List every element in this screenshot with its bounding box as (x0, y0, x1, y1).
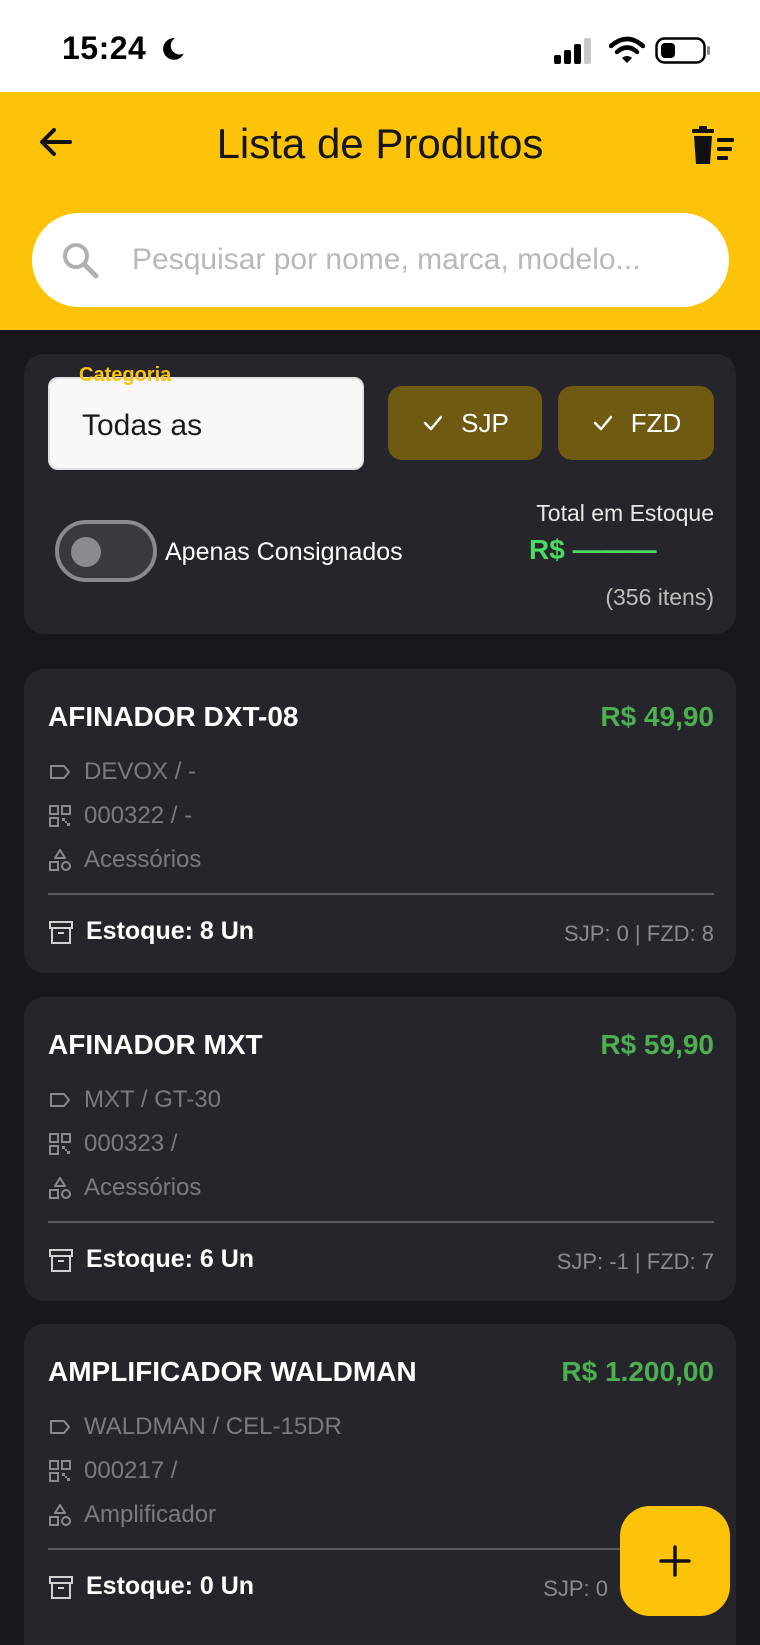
product-card[interactable]: AFINADOR DXT-08 R$ 49,90 DEVOX / - 00032… (24, 669, 736, 973)
search-bar[interactable] (32, 213, 729, 307)
consigned-toggle-label: Apenas Consignados (165, 538, 403, 566)
app-header: Lista de Produtos (0, 92, 760, 330)
product-category: Acessórios (84, 1174, 202, 1201)
product-name: AFINADOR MXT (48, 1029, 263, 1060)
status-bar: 15:24 (0, 0, 760, 92)
product-category: Amplificador (84, 1501, 217, 1528)
divider (48, 1548, 714, 1550)
page-title: Lista de Produtos (216, 120, 544, 167)
total-item-count: (356 itens) (605, 584, 714, 610)
category-row: Amplificador (48, 1500, 216, 1530)
divider (48, 1221, 714, 1223)
search-input[interactable] (132, 233, 712, 287)
filter-panel: Todas as Categoria SJP FZD Apenas Consig… (24, 354, 736, 634)
product-code: 000217 / (84, 1457, 178, 1484)
battery-icon (655, 37, 710, 64)
consigned-toggle[interactable] (55, 520, 157, 582)
product-code: 000323 / (84, 1130, 178, 1157)
code-row: 000217 / (48, 1456, 177, 1486)
category-row: Acessórios (48, 845, 201, 875)
qr-code-icon (49, 805, 71, 827)
filter-chip-fzd[interactable]: FZD (558, 386, 714, 460)
stock-row: Estoque: 0 Un (48, 1572, 254, 1601)
add-product-button[interactable] (620, 1506, 730, 1616)
brand-model: MXT / GT-30 (84, 1086, 221, 1113)
plus-icon (659, 1545, 691, 1577)
tag-icon (50, 1420, 70, 1434)
archive-box-icon (49, 1575, 73, 1599)
category-shapes-icon (49, 1504, 71, 1526)
stock-by-store: SJP: 0 | FZD: 8 (564, 921, 714, 946)
chip-label: FZD (630, 407, 682, 438)
qr-code-icon (49, 1460, 71, 1482)
search-icon (63, 243, 99, 279)
code-row: 000322 / - (48, 801, 192, 831)
category-row: Acessórios (48, 1173, 201, 1203)
stock-by-store: SJP: -1 | FZD: 7 (556, 1249, 714, 1274)
stock-total: Estoque: 8 Un (86, 917, 255, 945)
qr-code-icon (49, 1133, 71, 1155)
product-name: AMPLIFICADOR WALDMAN (48, 1356, 417, 1387)
product-card[interactable]: AFINADOR MXT R$ 59,90 MXT / GT-30 000323… (24, 997, 736, 1301)
category-selected-value: Todas as (82, 409, 203, 442)
brand-model: DEVOX / - (84, 758, 197, 785)
moon-icon (163, 38, 184, 60)
stock-row: Estoque: 6 Un (48, 1245, 254, 1274)
cellular-signal-icon (554, 38, 591, 64)
product-category: Acessórios (84, 846, 202, 873)
brand-model-row: WALDMAN / CEL-15DR (48, 1412, 342, 1442)
product-name: AFINADOR DXT-08 (48, 701, 299, 732)
archive-box-icon (49, 920, 73, 944)
tag-icon (50, 1093, 70, 1107)
brand-model: WALDMAN / CEL-15DR (84, 1413, 342, 1440)
brand-model-row: MXT / GT-30 (48, 1085, 221, 1115)
check-icon (593, 415, 612, 431)
filter-chip-sjp[interactable]: SJP (388, 386, 542, 460)
code-row: 000323 / (48, 1129, 177, 1159)
brand-model-row: DEVOX / - (48, 757, 196, 787)
stock-total: Estoque: 0 Un (86, 1572, 255, 1600)
product-price: R$ 49,90 (600, 701, 714, 732)
status-time: 15:24 (62, 30, 147, 66)
category-label: Categoria (79, 364, 172, 386)
tag-icon (50, 765, 70, 779)
category-dropdown[interactable]: Todas as (48, 377, 364, 470)
delete-list-icon[interactable] (690, 126, 736, 166)
product-code: 000322 / - (84, 802, 193, 829)
wifi-icon (609, 36, 645, 63)
stock-by-store: SJP: 0 (543, 1576, 608, 1601)
category-shapes-icon (49, 849, 71, 871)
check-icon (423, 415, 443, 431)
archive-box-icon (49, 1248, 73, 1272)
toggle-knob (71, 537, 101, 567)
divider (48, 893, 714, 895)
total-stock-label: Total em Estoque (536, 500, 714, 526)
stock-row: Estoque: 8 Un (48, 917, 254, 946)
stock-total: Estoque: 6 Un (86, 1245, 255, 1273)
total-stock-value: R$ ——— (529, 534, 657, 565)
product-price: R$ 1.200,00 (561, 1356, 714, 1387)
category-shapes-icon (49, 1177, 71, 1199)
product-price: R$ 59,90 (600, 1029, 714, 1060)
chip-label: SJP (461, 407, 509, 438)
